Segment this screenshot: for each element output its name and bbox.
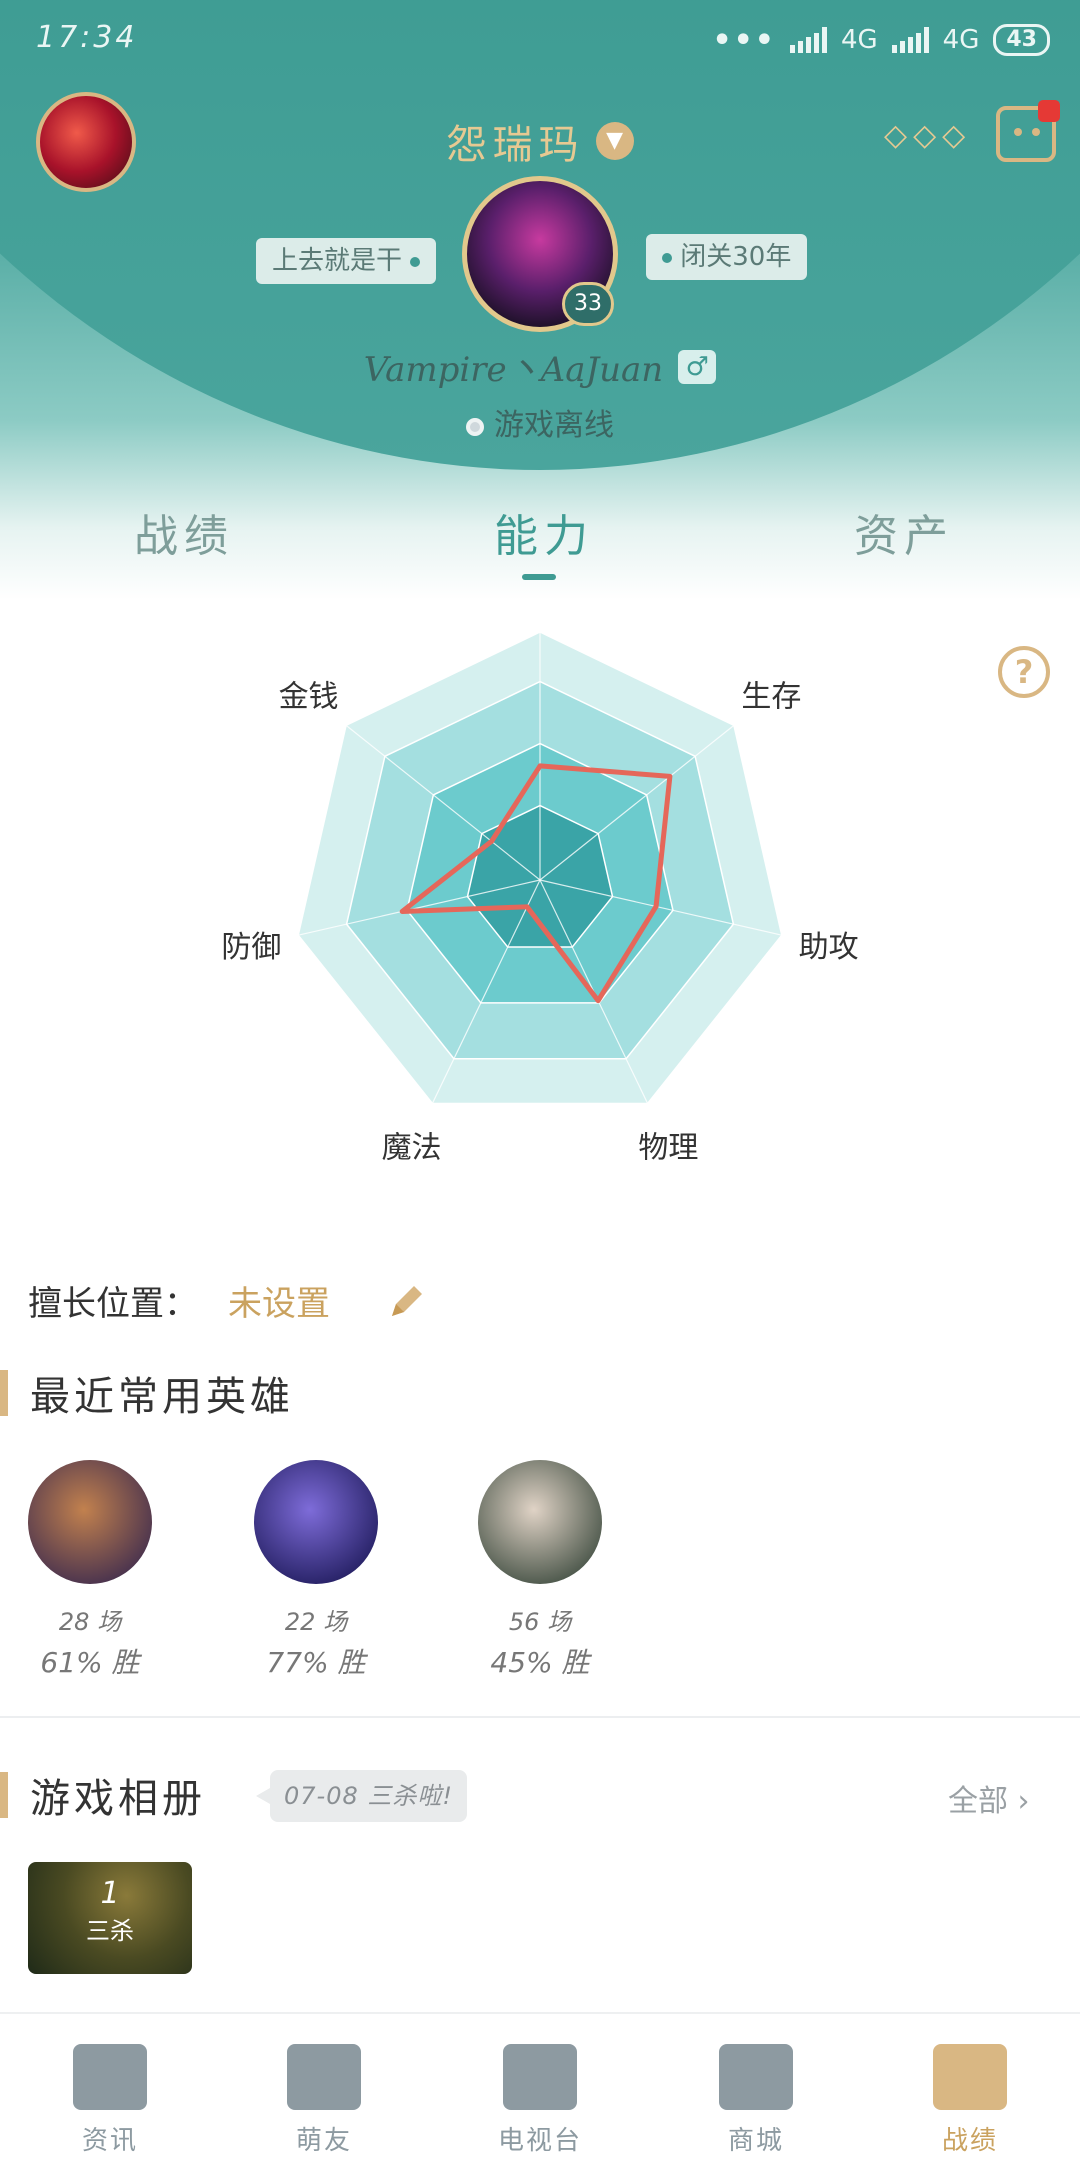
album-view-all-link[interactable]: 全部 › <box>948 1776 1030 1820</box>
radar-axis-label: 助攻 <box>799 930 859 965</box>
notification-badge <box>1038 100 1060 122</box>
status-dot-icon <box>466 417 484 436</box>
radar-axis-label: 击杀 <box>510 600 570 603</box>
tab-record[interactable]: 战绩 <box>134 500 234 564</box>
preferred-position-row: 擅长位置： 未设置 <box>28 1276 330 1325</box>
help-icon[interactable]: ? <box>998 646 1050 698</box>
nickname: Vampire丶AaJuan <box>363 350 664 390</box>
ability-radar-chart: 击杀生存助攻物理 魔法 防御 金钱 <box>221 600 859 1166</box>
player-name[interactable]: 怨瑞玛 <box>446 122 584 168</box>
shop-icon <box>719 2044 793 2110</box>
nav-shop-label: 商城 <box>727 2126 784 2156</box>
pencil-icon[interactable] <box>386 1282 426 1322</box>
news-icon <box>73 2044 147 2110</box>
bottom-nav: 资讯 萌友 电视台 商城 战绩 <box>0 2012 1080 2160</box>
view-all-label: 全部 <box>948 1784 1008 1819</box>
hero-games: 22 场 <box>284 1608 348 1636</box>
nav-tv[interactable]: 电视台 <box>470 2014 610 2157</box>
hero-games: 28 场 <box>58 1608 122 1636</box>
tab-assets[interactable]: 资产 <box>854 500 954 564</box>
nav-shop[interactable]: 商城 <box>686 2014 826 2157</box>
nav-news[interactable]: 资讯 <box>40 2014 180 2157</box>
album-thumbnail[interactable]: 1 三杀 <box>28 1862 192 1974</box>
album-thumb-label: 三杀 <box>86 1917 134 1945</box>
status-time: 17:34 <box>36 20 138 55</box>
hero-portrait <box>478 1460 602 1584</box>
network-label: 4G <box>840 25 878 55</box>
online-status-row: 游戏离线 <box>0 400 1080 444</box>
hero-win-rate: 61% 胜 <box>40 1646 140 1679</box>
active-tab-indicator <box>522 574 556 580</box>
more-options-icon[interactable]: ◇◇◇ <box>884 118 971 153</box>
section-divider <box>0 1716 1080 1718</box>
hero-portrait <box>254 1460 378 1584</box>
chat-icon[interactable] <box>996 100 1060 162</box>
friends-icon <box>287 2044 361 2110</box>
dot-icon <box>662 252 672 263</box>
record-icon <box>933 2044 1007 2110</box>
album-tip-bubble: 07-08 三杀啦! <box>256 1770 467 1822</box>
nickname-row: Vampire丶AaJuan ♂ <box>0 342 1080 391</box>
tag-left-text: 上去就是干 <box>272 246 403 276</box>
chevron-down-icon[interactable]: ▼ <box>595 122 634 160</box>
recent-hero-1[interactable]: 28 场 61% 胜 <box>10 1460 170 1681</box>
profile-tabs: 战绩 能力 资产 <box>0 500 1080 590</box>
hero-win-rate: 45% 胜 <box>490 1646 590 1679</box>
nav-friends-label: 萌友 <box>295 2126 352 2156</box>
hero-games: 56 场 <box>508 1608 572 1636</box>
chat-icon-eye <box>1032 128 1040 136</box>
album-thumb-count: 1 <box>100 1876 120 1911</box>
section-marker <box>0 1370 8 1416</box>
dot-icon <box>410 256 421 267</box>
recent-hero-2[interactable]: 22 场 77% 胜 <box>236 1460 396 1681</box>
tag-right-text: 闭关30年 <box>680 242 792 272</box>
status-bar-indicators: ••• 4G 4G 43 <box>712 20 1050 60</box>
nav-friends[interactable]: 萌友 <box>254 2014 394 2157</box>
radar-axis-label: 魔法 <box>382 1131 442 1166</box>
radar-axis-label: 生存 <box>741 679 801 714</box>
nav-news-label: 资讯 <box>81 2126 138 2156</box>
level-badge: 33 <box>562 282 614 326</box>
game-album-title: 游戏相册 <box>30 1776 206 1822</box>
signal-icon <box>789 27 827 53</box>
nav-record-label: 战绩 <box>941 2126 998 2156</box>
preferred-position-value[interactable]: 未设置 <box>228 1284 330 1324</box>
online-status: 游戏离线 <box>494 408 614 443</box>
radar-axis-label: 金钱 <box>279 679 339 714</box>
chevron-right-icon: › <box>1017 1784 1030 1819</box>
radar-axis-label: 防御 <box>221 930 281 965</box>
signal-icon-2 <box>891 27 929 53</box>
recent-hero-3[interactable]: 56 场 45% 胜 <box>460 1460 620 1681</box>
hero-portrait <box>28 1460 152 1584</box>
hero-win-rate: 77% 胜 <box>266 1646 366 1679</box>
battery-indicator: 43 <box>993 24 1050 56</box>
chat-icon-eye <box>1014 128 1022 136</box>
male-gender-icon: ♂ <box>678 349 717 384</box>
tv-icon <box>503 2044 577 2110</box>
notification-dots-icon: ••• <box>712 22 776 58</box>
nav-record[interactable]: 战绩 <box>900 2014 1040 2157</box>
profile-tag-right[interactable]: 闭关30年 <box>646 234 808 280</box>
network-label-2: 4G <box>942 25 980 55</box>
preferred-position-label: 擅长位置： <box>28 1284 198 1324</box>
radar-axis-label: 物理 <box>638 1131 698 1166</box>
nav-tv-label: 电视台 <box>497 2126 582 2156</box>
profile-header: 17:34 ••• 4G 4G 43 怨瑞玛 ▼ ◇◇◇ 上去就是干 33 闭关… <box>0 0 1080 600</box>
section-marker <box>0 1772 8 1818</box>
recent-heroes-title: 最近常用英雄 <box>30 1374 294 1420</box>
profile-tag-left[interactable]: 上去就是干 <box>256 238 437 284</box>
tab-ability[interactable]: 能力 <box>494 500 594 564</box>
